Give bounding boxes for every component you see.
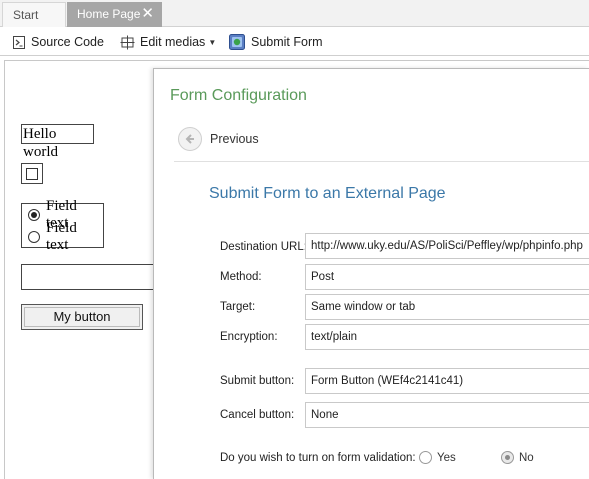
cancel-button-label: Cancel button: <box>220 409 295 421</box>
tab-bar: Start Home Page ✕ <box>0 0 589 27</box>
radio-option-2[interactable]: Field text <box>28 220 103 253</box>
form-configuration-panel: Form Configuration Previous Submit Form … <box>153 68 589 479</box>
text-input-element[interactable] <box>21 264 161 290</box>
button-inner-border <box>24 307 140 327</box>
edit-medias-label: Edit medias <box>140 35 206 49</box>
validation-no-label: No <box>519 451 534 464</box>
validation-yes-option[interactable]: Yes <box>419 451 456 464</box>
cancel-button-field[interactable]: None <box>305 402 589 428</box>
validation-no-option[interactable]: No <box>501 451 534 464</box>
source-code-label: Source Code <box>31 35 104 49</box>
previous-arrow-icon <box>178 127 202 151</box>
edit-medias-icon <box>120 35 135 49</box>
validation-question: Do you wish to turn on form validation: <box>220 452 416 464</box>
submit-button-field[interactable]: Form Button (WEf4c2141c41) <box>305 368 589 394</box>
panel-title: Form Configuration <box>170 87 307 104</box>
source-code-button[interactable]: Source Code <box>12 28 104 56</box>
radio-yes[interactable] <box>419 451 432 464</box>
tab-start-label: Start <box>13 8 39 22</box>
encryption-label: Encryption: <box>220 331 278 343</box>
encryption-field[interactable]: text/plain <box>305 324 589 350</box>
method-field[interactable]: Post <box>305 264 589 290</box>
submit-form-label: Submit Form <box>251 35 323 49</box>
destination-url-field[interactable]: http://www.uky.edu/AS/PoliSci/Peffley/wp… <box>305 233 589 259</box>
submit-form-icon <box>229 34 245 50</box>
previous-button[interactable]: Previous <box>178 127 259 151</box>
target-label: Target: <box>220 301 256 313</box>
tab-start[interactable]: Start <box>2 2 66 27</box>
method-label: Method: <box>220 271 262 283</box>
submit-form-button[interactable]: Submit Form <box>228 28 323 56</box>
checkbox-element[interactable] <box>21 163 43 184</box>
chevron-down-icon: ▼ <box>208 37 217 47</box>
radio-button-selected[interactable] <box>28 209 40 221</box>
radio-button[interactable] <box>28 231 40 243</box>
radio-no-selected[interactable] <box>501 451 514 464</box>
tab-home-page[interactable]: Home Page ✕ <box>67 2 162 27</box>
checkbox[interactable] <box>26 168 38 180</box>
validation-yes-label: Yes <box>437 451 456 464</box>
divider <box>174 161 589 162</box>
radio-group-element[interactable]: Field text Field text <box>21 198 104 253</box>
close-icon[interactable]: ✕ <box>141 2 154 26</box>
toolbar: Source Code Edit medias ▼ Submit Form <box>0 28 589 56</box>
submit-button-label: Submit button: <box>220 375 295 387</box>
edit-medias-button[interactable]: Edit medias ▼ <box>120 28 216 56</box>
my-button-element[interactable]: My button <box>21 304 143 330</box>
source-code-icon <box>13 35 25 49</box>
tab-home-label: Home Page <box>77 7 141 21</box>
target-field[interactable]: Same window or tab <box>305 294 589 320</box>
hello-text-element[interactable]: Hello world <box>21 124 94 160</box>
destination-url-label: Destination URL: <box>220 241 307 253</box>
previous-label: Previous <box>210 132 259 146</box>
radio-option-2-label: Field text <box>45 220 77 253</box>
section-title: Submit Form to an External Page <box>209 185 446 202</box>
